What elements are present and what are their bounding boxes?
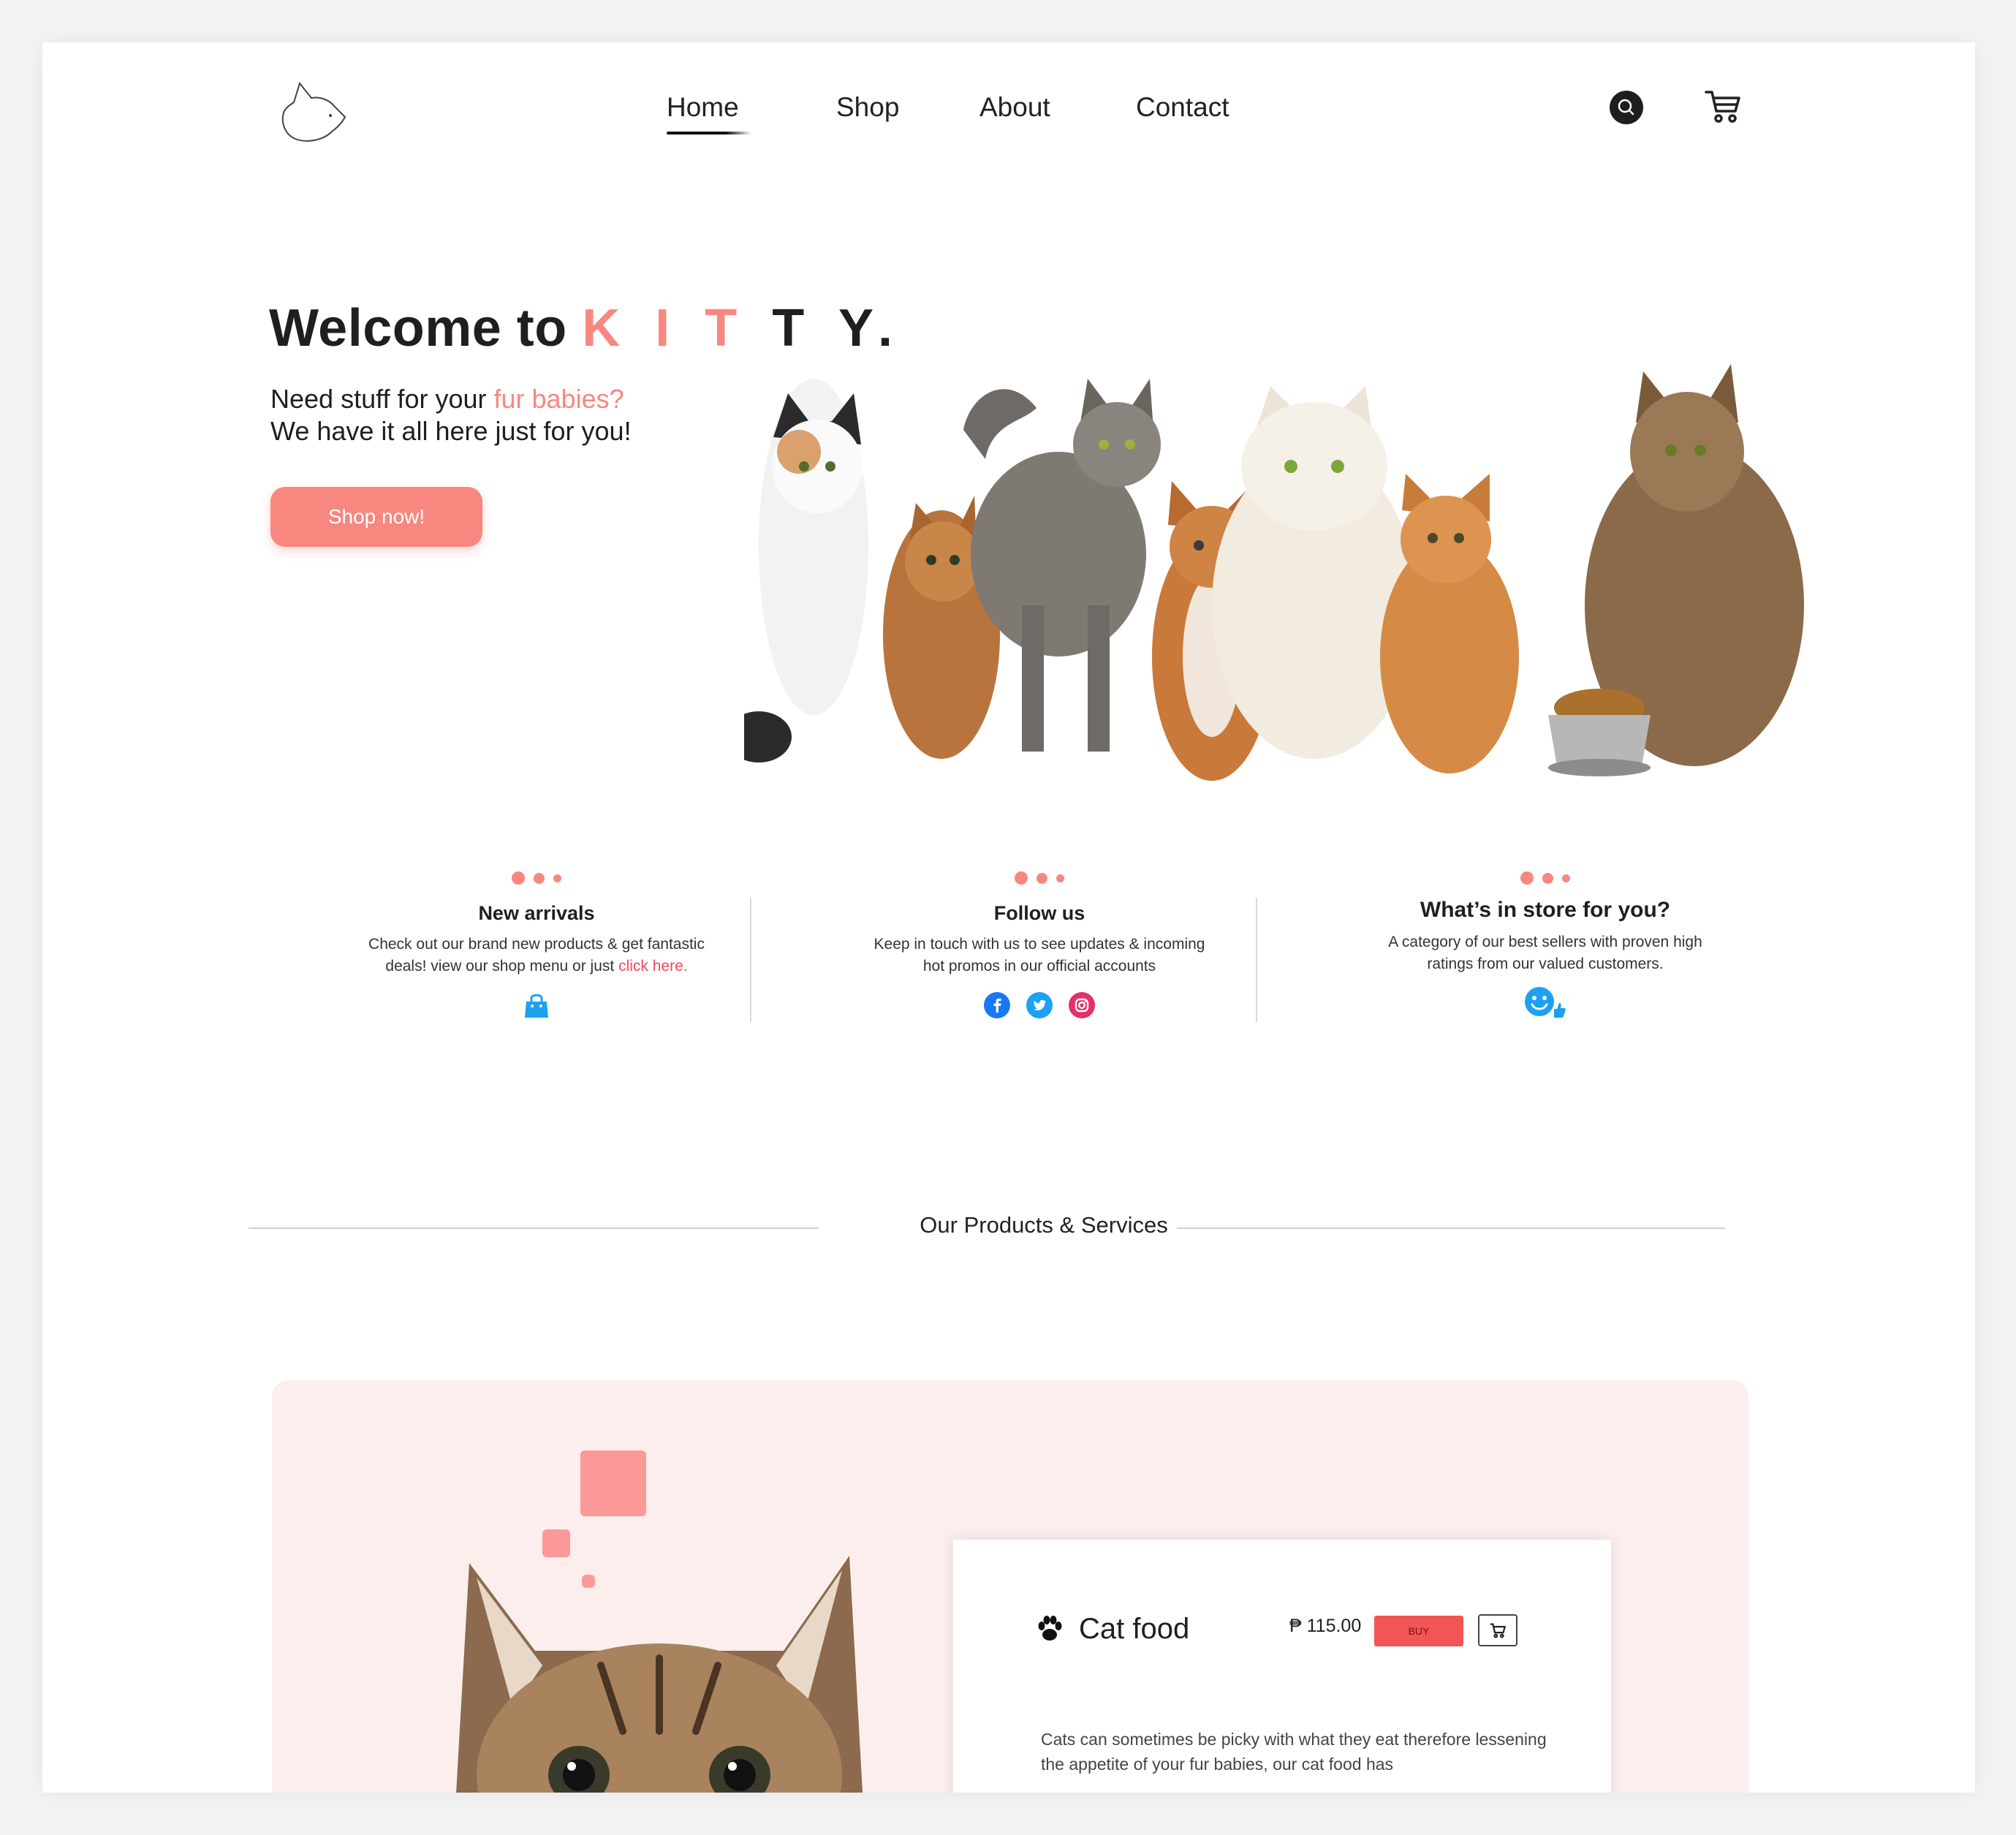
product-card: Cat food ₱ 115.00 BUY Cats can sometimes… [953, 1540, 1611, 1793]
store-block: What’s in store for you? A category of o… [1319, 869, 1772, 1019]
product-panel: Cat food ₱ 115.00 BUY Cats can sometimes… [272, 1380, 1748, 1793]
click-here-link[interactable]: click here. [618, 958, 688, 975]
decor-dots [813, 869, 1266, 888]
nav-home[interactable]: Home [667, 92, 751, 135]
instagram-icon[interactable] [1069, 991, 1095, 1022]
follow-us-block: Follow us Keep in touch with us to see u… [813, 869, 1266, 1021]
section-divider-right [1177, 1227, 1725, 1229]
shop-now-button[interactable]: Shop now! [270, 487, 482, 547]
nav-shop[interactable]: Shop [836, 92, 899, 123]
column-divider [750, 898, 751, 1022]
hero-subtitle: Need stuff for your fur babies? We have … [270, 384, 632, 446]
buy-button[interactable]: BUY [1374, 1616, 1463, 1646]
decor-dots [310, 869, 763, 888]
add-to-cart-button[interactable] [1478, 1614, 1517, 1646]
cart-icon[interactable] [1703, 86, 1743, 126]
column-divider [1256, 898, 1257, 1022]
page-frame: Home Shop About Contact Welcome to K I T… [42, 42, 1975, 1793]
smile-thumbs-up-icon [1525, 986, 1566, 1023]
nav-contact[interactable]: Contact [1136, 92, 1229, 123]
new-arrivals-text: Check out our brand new products & get f… [368, 936, 705, 975]
product-name: Cat food [1079, 1613, 1190, 1645]
follow-us-title: Follow us [993, 902, 1085, 924]
new-arrivals-block: New arrivals Check out our brand new pro… [310, 869, 763, 1021]
section-divider-left [249, 1227, 819, 1229]
search-icon[interactable] [1610, 91, 1643, 124]
decor-dots [1319, 869, 1772, 888]
paw-icon [1035, 1614, 1064, 1643]
decor-square [580, 1450, 646, 1516]
section-title: Our Products & Services [920, 1212, 1168, 1238]
follow-us-text: Keep in touch with us to see updates & i… [874, 936, 1205, 975]
shopping-bag-icon[interactable] [523, 991, 550, 1023]
cats-group-image [726, 364, 1811, 788]
product-description: Cats can sometimes be picky with what th… [1041, 1730, 1547, 1774]
store-text: A category of our best sellers with prov… [1388, 934, 1702, 972]
twitter-icon[interactable] [1026, 991, 1053, 1022]
kitten-image [455, 1519, 864, 1793]
facebook-icon[interactable] [984, 991, 1010, 1022]
product-price: ₱ 115.00 [1289, 1616, 1362, 1636]
nav-about[interactable]: About [979, 92, 1050, 123]
active-underline [667, 132, 751, 135]
logo-cat-icon[interactable] [278, 76, 348, 149]
hero-title: Welcome to K I T T Y. [269, 299, 903, 357]
store-title: What’s in store for you? [1420, 898, 1671, 922]
new-arrivals-title: New arrivals [478, 902, 595, 924]
